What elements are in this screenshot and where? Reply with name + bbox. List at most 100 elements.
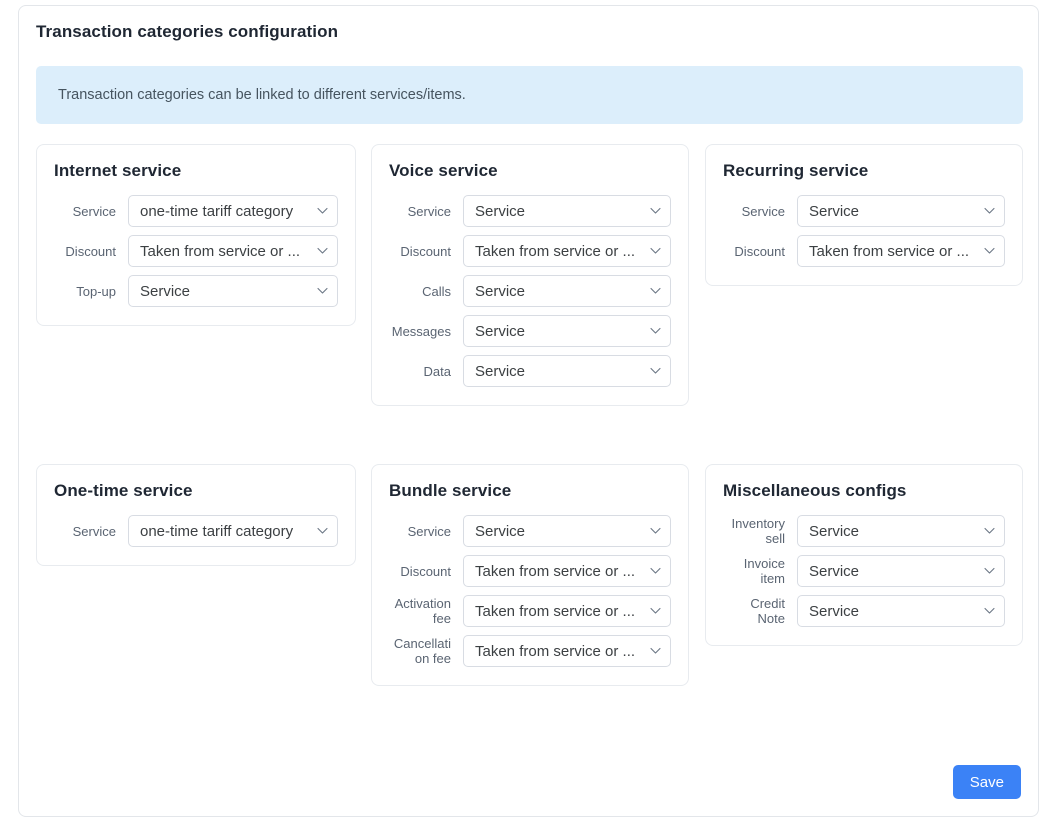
select-activation-fee[interactable]: Taken from service or ... <box>463 595 671 627</box>
select-value: one-time tariff category <box>140 202 294 220</box>
field-label: Service <box>72 203 116 219</box>
select-value: Taken from service or ... <box>475 242 636 260</box>
chevron-down-icon <box>984 567 995 575</box>
field-row: Discount Taken from service or ... <box>389 555 671 587</box>
field-label: Service <box>72 523 116 539</box>
field-row: Top-up Service <box>54 275 338 307</box>
field-row: Service Service <box>723 195 1005 227</box>
field-label: Discount <box>65 243 116 259</box>
chevron-down-icon <box>317 527 328 535</box>
field-label: Service <box>407 523 451 539</box>
page-title: Transaction categories configuration <box>36 22 339 41</box>
card-title: Bundle service <box>389 481 512 500</box>
card-title: One-time service <box>54 481 193 500</box>
select-value: one-time tariff category <box>140 522 294 540</box>
chevron-down-icon <box>650 287 661 295</box>
select-value: Service <box>809 562 860 580</box>
chevron-down-icon <box>984 607 995 615</box>
info-banner: Transaction categories can be linked to … <box>36 66 1023 124</box>
field-label: Discount <box>734 243 785 259</box>
chevron-down-icon <box>650 567 661 575</box>
card-recurring-service: Recurring service Service Service Discount T… <box>705 144 1023 286</box>
card-one-time-service: One-time service Service one-time tariff c… <box>36 464 356 566</box>
select-messages[interactable]: Service <box>463 315 671 347</box>
field-label: Discount <box>400 563 451 579</box>
field-label: Service <box>741 203 785 219</box>
chevron-down-icon <box>984 247 995 255</box>
select-value: Service <box>140 282 191 300</box>
field-row: Calls Service <box>389 275 671 307</box>
field-row: Discount Taken from service or ... <box>54 235 338 267</box>
select-cancellation-fee[interactable]: Taken from service or ... <box>463 635 671 667</box>
select-value: Service <box>475 522 526 540</box>
select-value: Service <box>809 202 860 220</box>
chevron-down-icon <box>317 247 328 255</box>
select-invoice-item[interactable]: Service <box>797 555 1005 587</box>
select-service[interactable]: Service <box>463 515 671 547</box>
select-value: Service <box>809 602 860 620</box>
cards-grid: Internet service Service one-time tariff c… <box>36 144 1023 744</box>
select-top-up[interactable]: Service <box>128 275 338 307</box>
field-label: Service <box>407 203 451 219</box>
select-discount[interactable]: Taken from service or ... <box>128 235 338 267</box>
chevron-down-icon <box>984 527 995 535</box>
card-internet-service: Internet service Service one-time tariff c… <box>36 144 356 326</box>
chevron-down-icon <box>650 207 661 215</box>
card-bundle-service: Bundle service Service Service Discount Take… <box>371 464 689 686</box>
select-value: Taken from service or ... <box>475 642 636 660</box>
field-row: Service Service <box>389 195 671 227</box>
chevron-down-icon <box>650 647 661 655</box>
select-service[interactable]: Service <box>463 195 671 227</box>
save-button[interactable]: Save <box>952 765 1021 799</box>
select-discount[interactable]: Taken from service or ... <box>463 235 671 267</box>
field-row: Discount Taken from service or ... <box>723 235 1005 267</box>
select-calls[interactable]: Service <box>463 275 671 307</box>
select-value: Taken from service or ... <box>140 242 301 260</box>
select-value: Service <box>809 522 860 540</box>
field-row: Inventory sell Service <box>723 515 1005 547</box>
field-row: Service Service <box>389 515 671 547</box>
field-row: Activation fee Taken from service or ... <box>389 595 671 627</box>
card-title: Recurring service <box>723 161 869 180</box>
select-value: Service <box>475 202 526 220</box>
field-label: Cancellation fee <box>393 636 451 666</box>
select-discount[interactable]: Taken from service or ... <box>463 555 671 587</box>
field-row: Invoice item Service <box>723 555 1005 587</box>
chevron-down-icon <box>984 207 995 215</box>
field-label: Inventory sell <box>731 516 785 546</box>
field-label: Top-up <box>76 283 116 299</box>
chevron-down-icon <box>650 247 661 255</box>
select-service[interactable]: one-time tariff category <box>128 515 338 547</box>
select-value: Taken from service or ... <box>809 242 970 260</box>
field-label: Discount <box>400 243 451 259</box>
select-service[interactable]: Service <box>797 195 1005 227</box>
select-value: Taken from service or ... <box>475 562 636 580</box>
select-credit-note[interactable]: Service <box>797 595 1005 627</box>
card-miscellaneous-configs: Miscellaneous configs Inventory sell Servi… <box>705 464 1023 646</box>
select-inventory-sell[interactable]: Service <box>797 515 1005 547</box>
card-title: Voice service <box>389 161 498 180</box>
select-service[interactable]: one-time tariff category <box>128 195 338 227</box>
panel-footer: Save <box>36 765 1021 799</box>
field-label: Calls <box>422 283 451 299</box>
chevron-down-icon <box>650 367 661 375</box>
select-value: Service <box>475 362 526 380</box>
field-label: Data <box>423 363 451 379</box>
select-data[interactable]: Service <box>463 355 671 387</box>
field-row: Service one-time tariff category <box>54 195 338 227</box>
field-label: Activation fee <box>394 596 451 626</box>
field-row: Credit Note Service <box>723 595 1005 627</box>
info-banner-text: Transaction categories can be linked to … <box>58 87 466 103</box>
select-discount[interactable]: Taken from service or ... <box>797 235 1005 267</box>
field-row: Service one-time tariff category <box>54 515 338 547</box>
card-title: Internet service <box>54 161 182 180</box>
select-value: Service <box>475 282 526 300</box>
chevron-down-icon <box>650 327 661 335</box>
field-row: Data Service <box>389 355 671 387</box>
field-label: Invoice item <box>743 556 785 586</box>
card-voice-service: Voice service Service Service Discount Taken… <box>371 144 689 406</box>
transaction-categories-panel: Transaction categories configuration Tra… <box>18 5 1039 817</box>
select-value: Taken from service or ... <box>475 602 636 620</box>
field-row: Discount Taken from service or ... <box>389 235 671 267</box>
card-title: Miscellaneous configs <box>723 481 907 500</box>
